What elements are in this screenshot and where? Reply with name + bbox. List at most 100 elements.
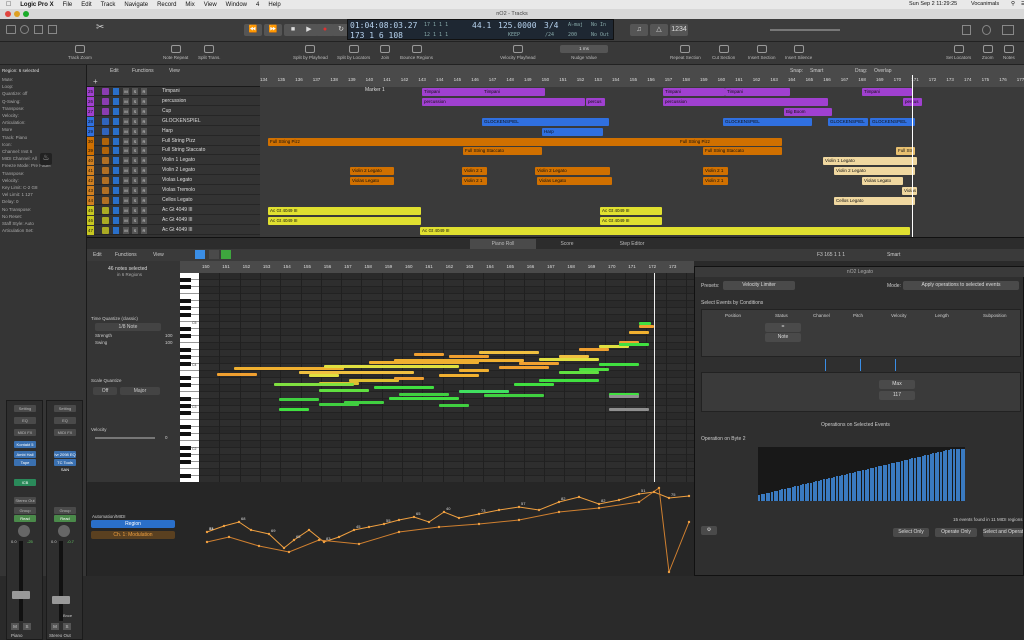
midi-out-icon[interactable] <box>221 250 231 259</box>
search-icon[interactable]: ⚲ <box>1011 1 1015 7</box>
track-icon[interactable]: ♨ <box>40 153 52 165</box>
arrange-area[interactable]: Snap: Smart Drag: Overlap 134 135 136 137 13… <box>260 65 1024 237</box>
automation-point[interactable] <box>537 508 541 512</box>
midi-fx-button[interactable]: MIDI FX <box>14 429 36 436</box>
playhead[interactable] <box>912 75 913 237</box>
inspector-row[interactable]: Key Limit: C-2 G8 <box>2 185 38 190</box>
zoom-button[interactable] <box>23 11 29 17</box>
automation-point[interactable] <box>357 542 361 546</box>
region[interactable]: Violin 2 1 <box>703 167 728 176</box>
solo-button[interactable]: S <box>132 127 138 135</box>
black-key[interactable] <box>180 299 191 303</box>
automation-point[interactable] <box>282 546 286 550</box>
automation-line[interactable] <box>206 491 690 549</box>
track-name[interactable]: Ac Gt 4049 III <box>162 217 193 223</box>
send-slot[interactable]: ICB <box>14 479 36 486</box>
midi-note[interactable] <box>599 363 639 366</box>
editor-functions-menu[interactable]: Functions <box>115 252 137 258</box>
track-row[interactable]: 25 M S R Timpani <box>87 87 260 96</box>
midi-note[interactable] <box>639 322 651 325</box>
midi-note[interactable] <box>349 379 399 382</box>
region-button[interactable]: Region <box>91 520 175 528</box>
black-key[interactable] <box>180 474 191 478</box>
record-enable-button[interactable]: R <box>141 117 147 125</box>
menu-file[interactable]: File <box>63 2 73 8</box>
instrument-icon[interactable] <box>102 206 109 214</box>
solo-button[interactable]: S <box>132 216 138 224</box>
instrument-icon[interactable] <box>102 187 109 194</box>
record-enable-button[interactable]: R <box>141 167 147 175</box>
automation-point[interactable] <box>597 506 601 510</box>
midi-note[interactable] <box>459 369 489 372</box>
power-button[interactable] <box>113 97 119 105</box>
record-enable-button[interactable]: R <box>141 187 147 194</box>
solo-button[interactable]: S <box>132 157 138 165</box>
automation-point[interactable] <box>517 518 521 522</box>
track-row[interactable]: 30 M S R Full String Pizz <box>87 136 260 146</box>
automation-point[interactable] <box>637 492 641 496</box>
marker-label[interactable]: Marker 1 <box>365 87 385 93</box>
inspector-row[interactable]: No Reset: <box>2 214 22 219</box>
inspector-row[interactable]: Mute: <box>2 77 13 82</box>
midi-note[interactable] <box>459 390 509 393</box>
scissors-icon[interactable]: ✂ <box>96 22 104 33</box>
region[interactable]: Ac Gt 4049 III <box>420 226 910 235</box>
region[interactable]: Ac Gt 4049 III <box>600 216 662 225</box>
automation-point[interactable] <box>337 535 341 539</box>
power-button[interactable] <box>113 226 119 234</box>
cc-select[interactable]: Ch. 1: Modulation <box>91 531 175 539</box>
region[interactable]: GLOCKENSPIEL <box>828 117 868 126</box>
power-button[interactable] <box>113 187 119 194</box>
midi-note[interactable] <box>449 355 489 358</box>
automation-point[interactable] <box>667 496 671 500</box>
inspector-row[interactable]: More <box>2 127 12 132</box>
velocity-playhead-tool[interactable]: Velocity Playhead <box>500 45 536 60</box>
region[interactable]: Cellos Legato <box>834 196 915 205</box>
scale-mode-select[interactable]: Major <box>120 387 160 395</box>
record-enable-button[interactable]: R <box>141 97 147 105</box>
menu-help[interactable]: Help <box>268 2 280 8</box>
automation-point[interactable] <box>412 515 416 519</box>
power-button[interactable] <box>113 157 119 165</box>
metronome-button[interactable]: △ <box>650 24 668 36</box>
midi-note[interactable] <box>439 404 469 407</box>
mute-button[interactable]: M <box>123 117 129 125</box>
midi-note[interactable] <box>479 351 539 354</box>
nudge-value-field[interactable]: 1 ms <box>560 45 608 53</box>
black-key[interactable] <box>180 285 191 289</box>
midi-note[interactable] <box>539 358 599 361</box>
midi-note[interactable] <box>619 343 649 346</box>
menu-mix[interactable]: Mix <box>185 2 194 8</box>
track-row[interactable]: 29 M S R Harp <box>87 126 260 136</box>
automation-point[interactable] <box>652 490 656 494</box>
solo-button[interactable]: S <box>132 147 138 155</box>
track-name[interactable]: Cellos Legato <box>162 197 193 203</box>
region[interactable]: Ac Gt 4049 III <box>268 206 421 215</box>
instrument-icon[interactable] <box>102 117 109 125</box>
bounce-regions-tool[interactable]: Bounce Regions <box>400 45 433 60</box>
split-trans-tool[interactable]: Split Trans. <box>198 45 221 60</box>
midi-note[interactable] <box>274 383 354 386</box>
group-slot[interactable]: Group <box>14 507 36 514</box>
track-zoom-tool[interactable]: Track Zoom <box>68 45 92 60</box>
automation-point[interactable] <box>442 510 446 514</box>
black-key[interactable] <box>180 383 191 387</box>
power-button[interactable] <box>113 117 119 125</box>
inspector-row[interactable]: Loop: <box>2 84 13 89</box>
midi-note[interactable] <box>514 383 554 386</box>
mute-button[interactable]: M <box>123 107 129 115</box>
automation-point[interactable] <box>397 530 401 534</box>
volume-fader[interactable] <box>12 541 30 621</box>
group-slot[interactable]: Group <box>54 507 76 514</box>
region[interactable]: Violas Legato <box>350 177 394 186</box>
fx-slot-2[interactable]: Tape <box>14 459 36 466</box>
mute-button[interactable]: M <box>51 623 59 630</box>
inspector-row[interactable]: Channel: Inst 6 <box>2 149 32 154</box>
region[interactable]: Violin 2 Legato <box>535 167 610 176</box>
black-key[interactable] <box>180 432 191 436</box>
setting-button[interactable]: Setting <box>54 405 76 412</box>
inspector-row[interactable]: Velocity: <box>2 178 19 183</box>
automation-point[interactable] <box>687 494 691 498</box>
loop-browser-icon[interactable] <box>982 25 991 35</box>
record-enable-button[interactable]: R <box>141 226 147 234</box>
